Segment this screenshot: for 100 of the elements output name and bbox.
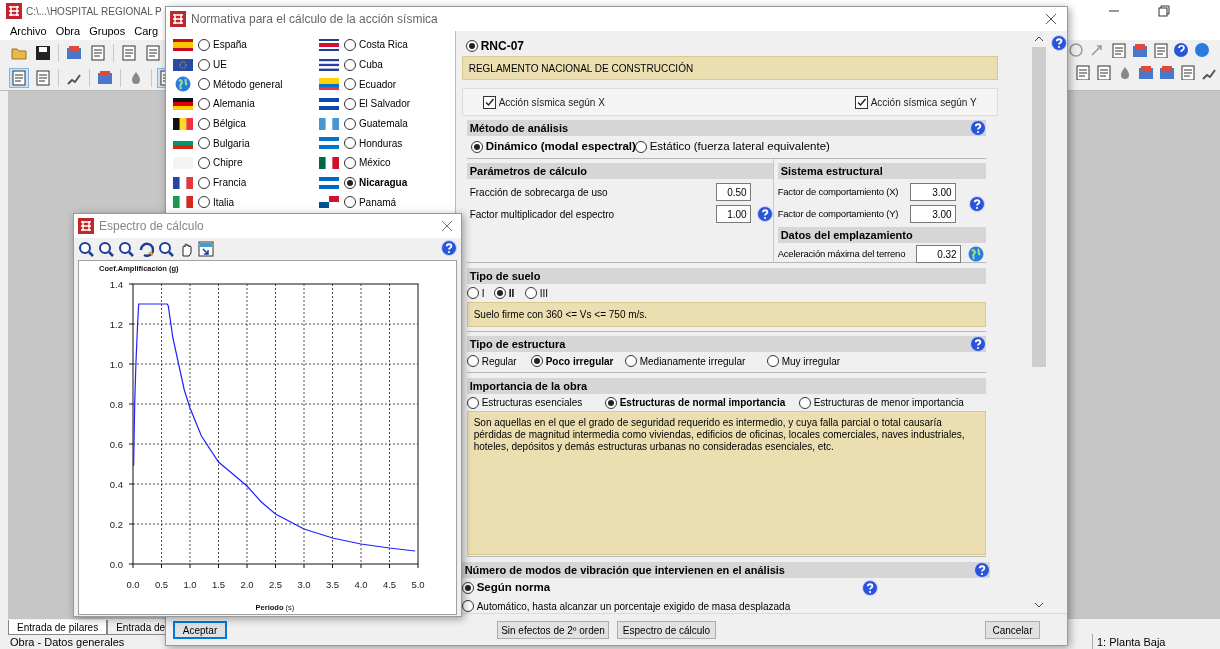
number-field[interactable]: 0.32 [915, 245, 961, 263]
dialog-button[interactable]: Cancelar [985, 621, 1040, 639]
globe-icon[interactable] [1194, 42, 1210, 58]
radio-option[interactable]: Poco irregular [530, 353, 614, 369]
scrollbar-thumb[interactable] [1032, 47, 1046, 367]
document-icon[interactable] [10, 68, 28, 87]
help-icon[interactable] [1173, 42, 1189, 58]
radio-option[interactable]: Costa Rica [343, 37, 408, 53]
radio-option[interactable]: Alemania [198, 96, 255, 112]
chevron-down-icon[interactable] [1034, 601, 1044, 609]
radio-option[interactable]: Chipre [198, 155, 243, 171]
document-icon[interactable] [34, 68, 52, 87]
menu-item[interactable]: Obra [55, 22, 81, 40]
zoom-icon[interactable] [158, 240, 174, 257]
help-icon[interactable] [969, 336, 986, 352]
radio-option[interactable]: El Salvador [343, 96, 411, 112]
radio-option[interactable]: Nicaragua [343, 175, 408, 191]
menu-item[interactable]: Grupos [89, 22, 126, 40]
menu-item[interactable]: Carg [134, 22, 159, 40]
radio-option[interactable]: España [198, 37, 247, 53]
close-icon[interactable] [1045, 13, 1057, 25]
radio-option[interactable]: Ecuador [343, 76, 397, 92]
radio-option[interactable]: Dinámico (modal espectral) [470, 138, 636, 156]
help-icon[interactable] [968, 196, 985, 212]
status-text: 1: Planta Baja [1092, 633, 1200, 649]
help-icon[interactable] [756, 206, 773, 222]
save-icon[interactable] [34, 43, 52, 62]
globe-icon[interactable] [967, 246, 984, 262]
tool-icon[interactable] [65, 43, 83, 62]
restore-icon[interactable] [1158, 5, 1170, 17]
radio-option[interactable]: UE [198, 57, 227, 73]
number-field[interactable]: 3.00 [909, 183, 956, 201]
zoom-icon[interactable] [98, 240, 114, 257]
tool-icon[interactable] [1095, 64, 1111, 80]
tool-icon[interactable] [96, 68, 114, 87]
radio-option[interactable]: Método general [198, 76, 283, 92]
sheet-tab[interactable]: Entrada de pilares [8, 620, 108, 635]
dialog-button[interactable]: Espectro de cálculo [617, 621, 716, 639]
checkbox-option[interactable]: Acción sísmica según X [482, 94, 605, 110]
flag-icon [318, 38, 339, 51]
globe-icon[interactable] [175, 76, 191, 93]
help-icon[interactable] [1051, 35, 1067, 51]
radio-option[interactable]: Estático (fuerza lateral equivalente) [634, 138, 830, 156]
document-icon[interactable] [144, 43, 162, 62]
menu-item[interactable]: Archivo [10, 22, 47, 40]
radio-option[interactable]: Medianamente irregular [624, 353, 746, 369]
number-field[interactable]: 3.00 [909, 205, 956, 223]
chevron-up-icon[interactable] [1034, 35, 1044, 43]
number-field[interactable]: 1.00 [715, 205, 751, 223]
flag-icon [173, 176, 193, 189]
radio-option[interactable]: Regular [466, 353, 517, 369]
radio-option[interactable]: Honduras [343, 135, 403, 151]
tick-label: 1.5 [211, 579, 226, 590]
section-title: Tipo de suelo [469, 268, 541, 284]
radio-option[interactable]: Estructuras de menor importancia [798, 395, 964, 410]
flag-icon [318, 117, 339, 130]
tool-icon[interactable] [1152, 42, 1168, 58]
circle-icon[interactable] [1068, 42, 1084, 58]
export-icon[interactable] [198, 240, 214, 257]
description-box: Son aquellas en el que el grado de seguridad requerido es intermedio, y cuya falla parcial o total causaría pérdidas de magnitud intermedia como viviendas, edificios de oficinas, locales comerciales, naves industriales, hoteles, depósitos y demás estructuras urbanas no consideradas esenciales, etc. [466, 411, 986, 555]
zoom-icon[interactable] [118, 240, 134, 257]
radio-option[interactable]: Italia [198, 194, 235, 210]
arrow-icon[interactable] [1089, 42, 1105, 58]
tool-icon[interactable] [1137, 64, 1153, 80]
dialog-button[interactable]: Sin efectos de 2º orden [497, 621, 609, 639]
radio-option[interactable]: Cuba [343, 57, 383, 73]
radio-option[interactable]: II [493, 285, 515, 301]
help-icon[interactable] [861, 580, 878, 596]
zoom-icon[interactable] [78, 240, 94, 257]
radio-option[interactable]: III [524, 285, 548, 301]
flag-icon [318, 156, 339, 169]
tool-icon[interactable] [1074, 64, 1090, 80]
close-icon[interactable] [441, 220, 453, 232]
tool-icon[interactable] [1158, 64, 1174, 80]
tool-icon[interactable] [89, 43, 107, 62]
radio-option[interactable]: Guatemala [343, 116, 408, 132]
tool-icon[interactable] [1131, 42, 1147, 58]
radio-option[interactable]: Estructuras esenciales [466, 395, 583, 410]
number-field[interactable]: 0.50 [715, 183, 751, 201]
help-icon[interactable] [969, 120, 986, 136]
description-box: Suelo firme con 360 <= Vs <= 750 m/s. [466, 302, 986, 327]
help-icon[interactable] [441, 240, 457, 256]
tick-label: 0.0 [109, 558, 123, 570]
radio-option[interactable]: Francia [198, 175, 247, 191]
radio-option[interactable]: Muy irregular [766, 353, 841, 369]
section-title: Importancia de la obra [469, 378, 588, 394]
radio-option[interactable]: Panamá [343, 194, 397, 210]
tool-icon[interactable] [1110, 42, 1126, 58]
radio-option[interactable]: Bélgica [198, 116, 246, 132]
refresh-icon[interactable] [138, 240, 154, 257]
checkbox-option[interactable]: Acción sísmica según Y [854, 94, 977, 110]
radio-option[interactable]: Estructuras de normal importancia [604, 395, 786, 410]
radio-option[interactable]: RNC-07 [465, 36, 524, 55]
dialog-button[interactable]: Aceptar [173, 621, 227, 639]
document-icon[interactable] [120, 43, 138, 62]
radio-option[interactable]: Bulgaria [198, 135, 250, 151]
radio-option[interactable]: México [343, 155, 391, 171]
tick-label: 2.0 [240, 579, 254, 590]
help-icon[interactable] [973, 562, 990, 578]
tool-icon[interactable] [1179, 64, 1195, 80]
